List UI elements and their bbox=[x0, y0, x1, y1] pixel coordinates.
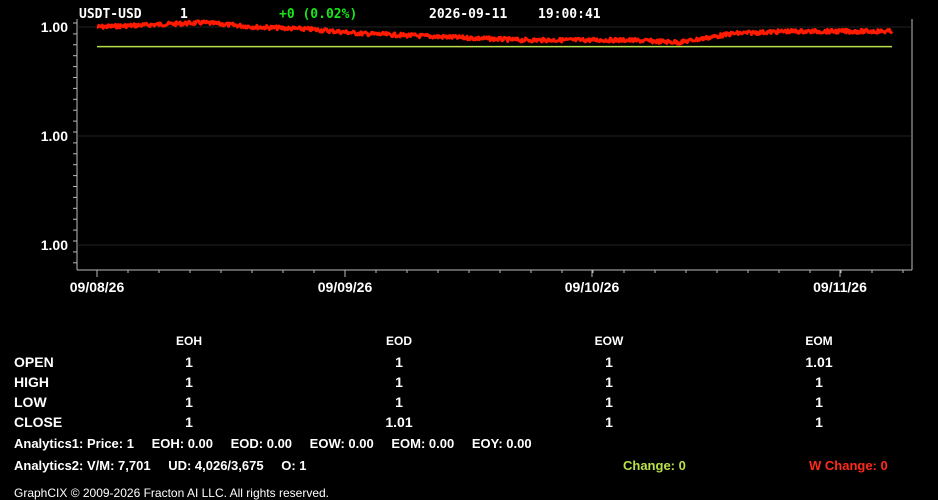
table-cell: 1 bbox=[815, 394, 823, 410]
copyright-text: GraphCIX © 2009-2026 Fracton AI LLC. All… bbox=[14, 486, 329, 500]
series-layer bbox=[96, 19, 894, 48]
table-cell: 1 bbox=[185, 374, 193, 390]
table-cell: 1 bbox=[395, 394, 403, 410]
analytics2-o: O: 1 bbox=[281, 458, 307, 473]
x-tick-label: 09/10/26 bbox=[565, 279, 620, 295]
y-tick-label: 1.00 bbox=[41, 19, 68, 35]
table-cell: 1 bbox=[605, 374, 613, 390]
chart-frame bbox=[76, 19, 913, 271]
analytics1-eow: EOW: 0.00 bbox=[309, 436, 374, 451]
table-cell: 1 bbox=[395, 354, 403, 370]
col-header-eom: EOM bbox=[805, 334, 833, 348]
table-cell: 1 bbox=[185, 354, 193, 370]
x-tick-label: 09/11/26 bbox=[813, 279, 867, 295]
table-cell: 1.01 bbox=[805, 354, 833, 370]
analytics2-row: Analytics2: V/M: 7,701 UD: 4,026/3,675 O… bbox=[14, 458, 321, 473]
table-cell: 1 bbox=[605, 354, 613, 370]
price-chart: 1.001.001.00 09/08/26 09/09/26 09/10/26 09/… bbox=[41, 19, 913, 295]
table-cell: 1.01 bbox=[385, 414, 413, 430]
col-header-eoh: EOH bbox=[175, 334, 203, 348]
x-tick-label: 09/08/26 bbox=[70, 279, 125, 295]
gridlines bbox=[77, 26, 912, 246]
x-axis: 09/08/26 09/09/26 09/10/26 09/11/26 bbox=[70, 270, 904, 295]
table-cell: 1 bbox=[185, 394, 193, 410]
y-tick-label: 1.00 bbox=[41, 237, 68, 253]
table-cell: 1 bbox=[815, 414, 823, 430]
table-cell: 1 bbox=[815, 374, 823, 390]
w-change-label: W Change: 0 bbox=[809, 458, 888, 473]
table-cell: 1 bbox=[605, 414, 613, 430]
table-cell: 1 bbox=[185, 414, 193, 430]
y-axis: 1.00 1.00 1.00 bbox=[41, 19, 77, 264]
table-cell: 1 bbox=[395, 374, 403, 390]
analytics1-eoy: EOY: 0.00 bbox=[471, 436, 532, 451]
analytics1-eom: EOM: 0.00 bbox=[391, 436, 455, 451]
row-label-low: LOW bbox=[14, 394, 47, 410]
price-line bbox=[96, 19, 894, 46]
col-header-eod: EOD bbox=[385, 334, 413, 348]
y-tick-label: 1.00 bbox=[41, 128, 68, 144]
analytics2-ud: UD: 4,026/3,675 bbox=[168, 458, 264, 473]
change-label: Change: 0 bbox=[623, 458, 686, 473]
analytics1-row: Analytics1: Price: 1 EOH: 0.00 EOD: 0.00… bbox=[14, 436, 546, 451]
row-label-open: OPEN bbox=[14, 354, 54, 370]
row-label-high: HIGH bbox=[14, 374, 49, 390]
x-tick-label: 09/09/26 bbox=[318, 279, 373, 295]
analytics1-eod: EOD: 0.00 bbox=[230, 436, 293, 451]
row-label-close: CLOSE bbox=[14, 414, 63, 430]
analytics1-eoh: EOH: 0.00 bbox=[151, 436, 213, 451]
table-cell: 1 bbox=[605, 394, 613, 410]
col-header-eow: EOW bbox=[594, 334, 624, 348]
analytics1-price: Analytics1: Price: 1 bbox=[14, 436, 134, 451]
analytics2-vm: Analytics2: V/M: 7,701 bbox=[14, 458, 151, 473]
